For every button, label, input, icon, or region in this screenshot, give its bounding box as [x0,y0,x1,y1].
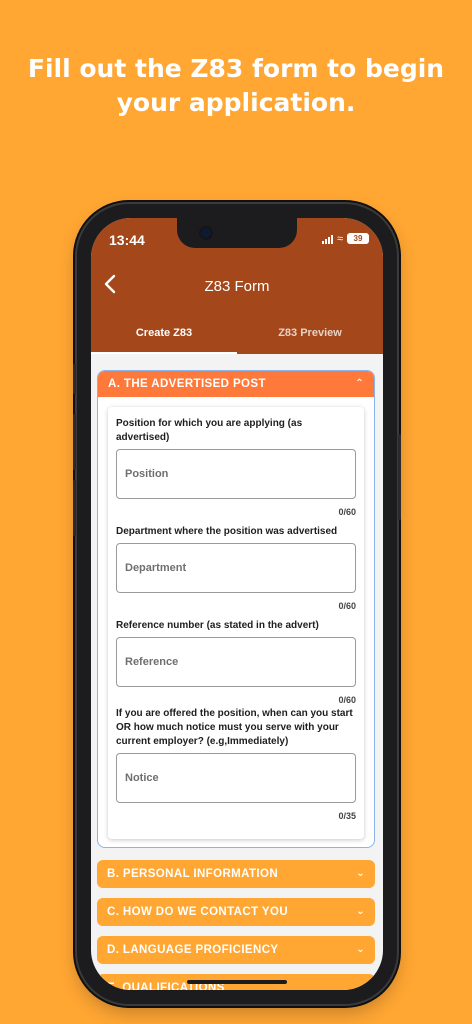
promo-headline: Fill out the Z83 form to begin your appl… [27,54,445,117]
phone-screen: 13:44 ≈ 39 Z83 Form Create Z83 Z83 Previ… [91,218,383,990]
section-personal-information[interactable]: B. PERSONAL INFORMATION ⌄ [97,860,375,888]
page-title: Z83 Form [204,278,270,295]
section-language-proficiency[interactable]: D. LANGUAGE PROFICIENCY ⌄ [97,936,375,964]
notice-field: If you are offered the position, when ca… [116,707,356,821]
field-label: Position for which you are applying (as … [116,418,303,443]
tab-create-z83[interactable]: Create Z83 [91,314,237,354]
chevron-down-icon: ⌄ [356,906,365,917]
tab-z83-preview[interactable]: Z83 Preview [237,314,383,354]
position-input[interactable]: Position [116,449,356,499]
field-label: If you are offered the position, when ca… [116,708,353,747]
section-header-advertised-post[interactable]: A. THE ADVERTISED POST ⌃ [98,371,374,397]
form-content: A. THE ADVERTISED POST ⌃ Position for wh… [91,354,383,990]
department-input[interactable]: Department [116,543,356,593]
chevron-down-icon: ⌄ [356,944,365,955]
field-label: Department where the position was advert… [116,526,338,537]
char-counter: 0/60 [338,507,356,517]
reference-field: Reference number (as stated in the adver… [116,619,356,705]
notch [177,218,297,248]
char-counter: 0/35 [338,811,356,821]
section-title: D. LANGUAGE PROFICIENCY [107,944,279,956]
section-title: B. PERSONAL INFORMATION [107,868,279,880]
tab-bar: Create Z83 Z83 Preview [91,314,383,354]
phone-volume-up [73,414,76,470]
position-field: Position for which you are applying (as … [116,417,356,517]
chevron-up-icon: ⌃ [355,378,364,389]
status-icons: ≈ 39 [321,232,369,245]
section-contact[interactable]: C. HOW DO WE CONTACT YOU ⌄ [97,898,375,926]
battery-icon: 39 [347,233,369,244]
chevron-down-icon: ⌄ [356,868,365,879]
char-counter: 0/60 [338,601,356,611]
department-field: Department where the position was advert… [116,525,356,611]
section-advertised-post: A. THE ADVERTISED POST ⌃ Position for wh… [97,370,375,848]
field-label: Reference number (as stated in the adver… [116,620,319,631]
section-title: A. THE ADVERTISED POST [108,378,266,390]
phone-mute-switch [73,364,76,394]
phone-volume-down [73,480,76,536]
char-counter: 0/60 [338,695,356,705]
front-camera [201,228,211,238]
cellular-signal-icon [321,234,333,244]
status-time: 13:44 [109,232,145,248]
phone-power-button [398,434,401,520]
section-body: Position for which you are applying (as … [108,407,364,839]
reference-input[interactable]: Reference [116,637,356,687]
home-indicator [187,980,287,984]
section-title: C. HOW DO WE CONTACT YOU [107,906,289,918]
chevron-down-icon: ⌄ [356,982,365,990]
notice-input[interactable]: Notice [116,753,356,803]
wifi-icon: ≈ [336,232,343,245]
phone-frame: 13:44 ≈ 39 Z83 Form Create Z83 Z83 Previ… [73,204,401,1004]
